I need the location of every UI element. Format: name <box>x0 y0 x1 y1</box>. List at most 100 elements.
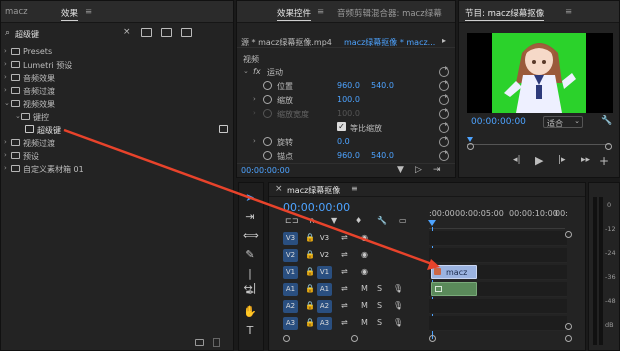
solo-button[interactable]: S <box>377 284 382 293</box>
settings-wrench-icon[interactable]: 🔧 <box>601 116 612 126</box>
lock-icon[interactable]: 🔒 <box>305 267 315 276</box>
timeline-ruler[interactable]: :00:00 00:00:05:00 00:00:10:00 00: <box>428 209 568 229</box>
uniform-scale-checkbox[interactable]: ✓ <box>337 122 346 131</box>
clear-search-icon[interactable]: × <box>123 27 131 37</box>
playhead-marker[interactable] <box>467 137 473 142</box>
source-patch-v2[interactable]: V2 <box>283 249 298 262</box>
step-back-icon[interactable]: ◂| <box>513 155 521 165</box>
audio-clip[interactable] <box>431 282 477 296</box>
new-folder-icon[interactable] <box>195 339 204 346</box>
reset-icon[interactable] <box>439 150 449 161</box>
source-clip-label[interactable]: 源 * macz绿幕抠像.mp4 <box>241 37 332 48</box>
tree-item-keying[interactable]: ⌄ 键控 <box>1 110 233 123</box>
solo-button[interactable]: S <box>377 318 382 327</box>
sequence-clip-label[interactable]: macz绿幕抠像 * macz... <box>344 37 435 48</box>
lane-a3[interactable] <box>429 316 567 331</box>
playhead-marker[interactable] <box>428 220 436 226</box>
lock-icon[interactable]: 🔒 <box>305 301 315 310</box>
reset-icon[interactable] <box>439 122 449 133</box>
microphone-icon[interactable]: 🎙 <box>393 318 403 327</box>
track-target-a2[interactable]: A2 <box>317 300 332 313</box>
lane-v2[interactable] <box>429 248 567 263</box>
tree-item-presets[interactable]: › Presets <box>1 45 233 58</box>
scroll-handle-left[interactable] <box>283 335 290 342</box>
expand-icon[interactable]: ▸ <box>442 36 446 45</box>
reset-icon[interactable] <box>439 80 449 91</box>
slip-tool-icon[interactable]: |↔| <box>243 267 257 294</box>
solo-button[interactable]: S <box>377 301 382 310</box>
eye-icon[interactable]: ◉ <box>361 267 368 276</box>
tab-project[interactable]: macz <box>5 7 28 17</box>
effect-controls-timecode[interactable]: 00:00:00:00 <box>241 166 290 175</box>
tab-audio-clip-mixer[interactable]: 音频剪辑混合器: macz绿幕 <box>337 7 442 19</box>
tree-item-video-effects[interactable]: ⌄ 视频效果 <box>1 97 233 110</box>
tab-effects[interactable]: 效果 <box>61 7 79 21</box>
source-patch-v3[interactable]: V3 <box>283 232 298 245</box>
timeline-zoom-handle[interactable] <box>429 335 436 342</box>
hand-tool-icon[interactable]: ✋ <box>243 305 257 319</box>
tree-item-custom-bin[interactable]: › 自定义素材箱 01 <box>1 162 233 175</box>
play-audio-icon[interactable]: ▷ <box>415 165 422 175</box>
search-input[interactable]: 超级键 <box>15 29 39 40</box>
position-x-value[interactable]: 960.0 <box>337 81 360 90</box>
mute-button[interactable]: M <box>361 301 368 310</box>
motion-row[interactable]: ⌄ fx 运动 <box>237 65 455 78</box>
zoom-handle-left[interactable] <box>467 143 474 150</box>
playhead-bar[interactable] <box>467 137 611 145</box>
pen-tool-icon[interactable]: ✒ <box>243 286 257 300</box>
microphone-icon[interactable]: 🎙 <box>393 284 403 293</box>
lock-icon[interactable]: 🔒 <box>305 318 315 327</box>
track-target-v2[interactable]: V2 <box>317 249 332 262</box>
add-marker-icon[interactable]: ▼ <box>331 216 337 225</box>
program-monitor-title[interactable]: 节目: macz绿幕抠像 <box>465 7 545 21</box>
yuv-effects-icon[interactable] <box>181 28 192 37</box>
filter-icon[interactable]: ▼ <box>397 165 404 175</box>
reset-icon[interactable] <box>439 94 449 105</box>
sync-lock-icon[interactable]: ⇌ <box>341 284 348 293</box>
track-select-tool-icon[interactable]: ⇥ <box>243 210 257 224</box>
selection-tool-icon[interactable]: ➤ <box>243 191 257 205</box>
eye-icon[interactable]: ◉ <box>361 233 368 242</box>
tree-item-video-transitions[interactable]: › 视频过渡 <box>1 136 233 149</box>
add-button-icon[interactable]: + <box>599 154 609 168</box>
track-target-a1[interactable]: A1 <box>317 283 332 296</box>
track-target-a3[interactable]: A3 <box>317 317 332 330</box>
source-patch-a3[interactable]: A3 <box>283 317 298 330</box>
rotation-value[interactable]: 0.0 <box>337 137 350 146</box>
snap-icon[interactable]: ⊏⊐ <box>285 216 298 225</box>
new-bin-icon[interactable] <box>141 28 152 37</box>
sync-lock-icon[interactable]: ⇌ <box>341 250 348 259</box>
export-icon[interactable]: ⇥ <box>433 165 441 175</box>
track-target-v1[interactable]: V1 <box>317 266 332 279</box>
sync-lock-icon[interactable]: ⇌ <box>341 301 348 310</box>
stopwatch-icon[interactable] <box>263 81 272 90</box>
razor-tool-icon[interactable]: ✎ <box>243 248 257 262</box>
export-frame-icon[interactable]: ▸▸ <box>581 155 590 165</box>
sync-lock-icon[interactable]: ⇌ <box>341 233 348 242</box>
accelerated-effects-icon[interactable] <box>161 28 172 37</box>
reset-icon[interactable] <box>439 136 449 147</box>
reset-icon[interactable] <box>439 108 449 119</box>
wrench-icon[interactable]: 🔧 <box>377 216 387 225</box>
menu-icon[interactable]: ≡ <box>351 184 358 193</box>
reset-icon[interactable] <box>439 66 449 77</box>
trash-icon[interactable] <box>213 338 220 347</box>
program-timecode[interactable]: 00:00:00:00 <box>471 117 526 127</box>
menu-icon[interactable]: ≡ <box>317 7 324 17</box>
play-icon[interactable]: ▶ <box>535 154 543 167</box>
tree-item-audio-transitions[interactable]: › 音频过渡 <box>1 84 233 97</box>
tree-item-ultra-key[interactable]: 超级键 <box>1 123 233 136</box>
stopwatch-icon[interactable] <box>263 137 272 146</box>
menu-icon[interactable]: ≡ <box>85 7 92 17</box>
timeline-timecode[interactable]: 00:00:00:00 <box>283 201 350 214</box>
mute-button[interactable]: M <box>361 318 368 327</box>
sequence-tab[interactable]: macz绿幕抠像 <box>287 185 340 196</box>
lane-v3[interactable] <box>429 231 567 246</box>
fit-dropdown[interactable]: 适合 ⌄ <box>543 116 583 128</box>
close-icon[interactable]: × <box>275 184 283 194</box>
tab-effect-controls[interactable]: 效果控件 <box>277 7 312 21</box>
step-forward-icon[interactable]: |▸ <box>558 155 566 165</box>
lock-icon[interactable]: 🔒 <box>305 284 315 293</box>
mute-button[interactable]: M <box>361 284 368 293</box>
source-patch-a1[interactable]: A1 <box>283 283 298 296</box>
